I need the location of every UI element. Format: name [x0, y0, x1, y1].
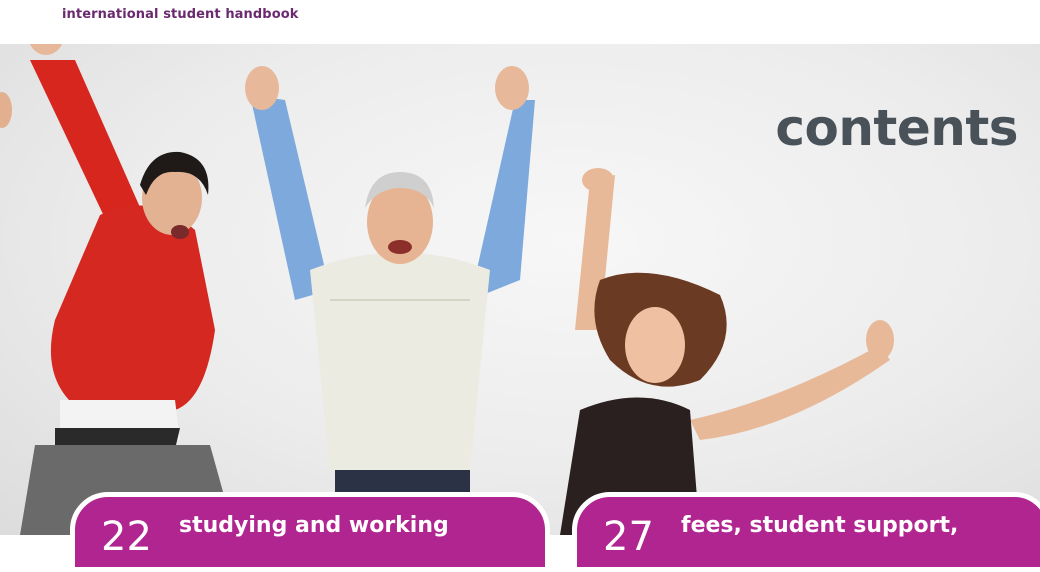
toc-label: studying and working — [179, 513, 449, 538]
toc-label: fees, student support, — [681, 513, 959, 538]
toc-item-studying[interactable]: 22 studying and working — [70, 492, 550, 572]
toc-item-fees[interactable]: 27 fees, student support, — [572, 492, 1040, 572]
man-red-sweater — [20, 44, 235, 535]
toc-page-number: 27 — [603, 514, 654, 560]
toc-page-number: 22 — [101, 514, 152, 560]
older-man-vest — [245, 66, 535, 535]
contents-heading: contents — [775, 99, 1018, 157]
handbook-title: international student handbook — [62, 7, 299, 22]
top-bar: international student handbook — [0, 0, 1040, 44]
hero-photo: contents — [0, 44, 1040, 535]
young-woman — [560, 168, 894, 535]
